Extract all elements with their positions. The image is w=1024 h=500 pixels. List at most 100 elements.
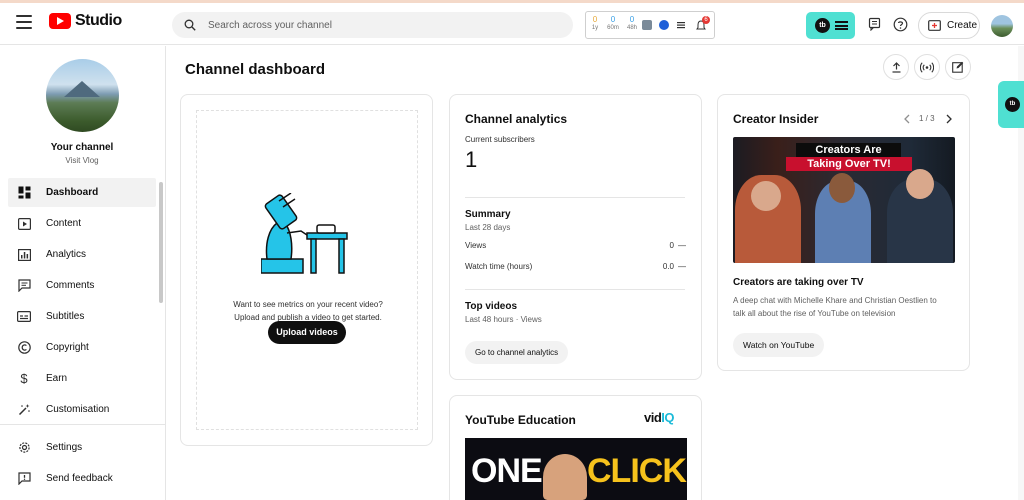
vidiq-logo-part2: IQ bbox=[661, 410, 675, 425]
views-value: 0 bbox=[669, 241, 674, 250]
subscribers-label: Current subscribers bbox=[465, 135, 535, 144]
subtitles-icon bbox=[17, 310, 31, 324]
ext-stat-label: 60m bbox=[607, 25, 619, 31]
tubebuddy-logo-icon: tb bbox=[1005, 97, 1020, 112]
thumbnail-face bbox=[543, 454, 587, 500]
chevron-left-icon[interactable] bbox=[903, 114, 911, 124]
help-icon[interactable] bbox=[893, 17, 908, 32]
channel-avatar[interactable] bbox=[46, 59, 119, 132]
search-input[interactable] bbox=[208, 19, 548, 31]
summary-title: Summary bbox=[465, 209, 511, 220]
ext-circle-icon[interactable] bbox=[659, 20, 669, 30]
upload-message-line1: Want to see metrics on your recent video… bbox=[233, 300, 383, 309]
ext-stat-60m: 0 60m bbox=[604, 15, 622, 31]
video-description: A deep chat with Michelle Khare and Chri… bbox=[733, 294, 937, 320]
views-trend: — bbox=[678, 241, 686, 250]
sidebar-item-label: Earn bbox=[46, 373, 68, 384]
summary-period: Last 28 days bbox=[465, 223, 511, 232]
live-broadcast-icon bbox=[920, 61, 934, 73]
gear-icon bbox=[17, 441, 31, 455]
card-title: Channel analytics bbox=[465, 112, 568, 126]
sidebar-item-settings[interactable]: Settings bbox=[8, 433, 156, 462]
content-icon bbox=[17, 217, 31, 231]
sidebar-item-customisation[interactable]: Customisation bbox=[8, 395, 156, 424]
ext-list-icon[interactable] bbox=[676, 20, 686, 30]
sidebar-item-dashboard[interactable]: Dashboard bbox=[8, 178, 156, 207]
youtube-education-card: YouTube Education vidIQ ONE CLICK bbox=[449, 395, 702, 500]
create-button[interactable]: Create bbox=[918, 12, 980, 39]
sidebar-divider bbox=[0, 424, 165, 425]
upload-illustration-icon bbox=[261, 193, 348, 274]
ext-stat-label: 48h bbox=[626, 25, 637, 31]
sidebar-item-label: Analytics bbox=[46, 249, 87, 260]
customisation-icon bbox=[17, 403, 31, 417]
top-bar: Studio 0 1y 0 60m 0 48h 6 tb Crea bbox=[0, 3, 1024, 45]
creator-insider-card: Creator Insider 1 / 3 Creators Are Takin… bbox=[717, 94, 970, 371]
ext-bell-icon[interactable]: 6 bbox=[695, 16, 710, 32]
extension-stats-widget[interactable]: 0 1y 0 60m 0 48h 6 bbox=[585, 11, 715, 39]
upload-icon bbox=[892, 61, 900, 73]
subscribers-value: 1 bbox=[465, 147, 478, 172]
add-video-icon bbox=[928, 20, 941, 31]
edit-icon bbox=[952, 61, 964, 73]
sidebar-scrollbar[interactable] bbox=[159, 182, 163, 303]
vidiq-logo[interactable]: vidIQ bbox=[644, 410, 675, 425]
thumbnail-headline-1: Creators Are bbox=[796, 143, 901, 157]
sidebar-item-copyright[interactable]: Copyright bbox=[8, 333, 156, 362]
chevron-right-icon[interactable] bbox=[945, 114, 953, 124]
account-avatar[interactable] bbox=[991, 15, 1013, 37]
feedback-icon bbox=[17, 472, 31, 486]
watch-time-value: 0.0 bbox=[662, 262, 674, 271]
thumbnail-word-one: ONE bbox=[471, 452, 543, 490]
ext-image-icon[interactable] bbox=[642, 20, 652, 30]
logo-text: Studio bbox=[75, 12, 122, 29]
creator-insider-thumbnail[interactable]: Creators Are Taking Over TV! bbox=[733, 137, 955, 263]
thumbnail-headline-2: Taking Over TV! bbox=[786, 157, 912, 171]
upload-videos-button[interactable]: Upload videos bbox=[268, 321, 346, 344]
menu-icon[interactable] bbox=[16, 15, 32, 29]
sidebar-item-comments[interactable]: Comments bbox=[8, 271, 156, 300]
education-thumbnail[interactable]: ONE CLICK bbox=[465, 438, 687, 500]
go-to-channel-analytics-button[interactable]: Go to channel analytics bbox=[465, 341, 569, 364]
create-post-button[interactable] bbox=[945, 54, 971, 80]
video-description-line1: A deep chat with Michelle Khare and Chri… bbox=[733, 296, 937, 305]
thumbnail-face bbox=[751, 181, 781, 211]
sidebar-item-label: Dashboard bbox=[46, 187, 99, 198]
sidebar-item-label: Settings bbox=[46, 442, 83, 453]
watch-on-youtube-button[interactable]: Watch on YouTube bbox=[733, 333, 825, 357]
hamburger-icon bbox=[835, 21, 848, 30]
video-title[interactable]: Creators are taking over TV bbox=[733, 277, 864, 288]
divider bbox=[465, 289, 685, 290]
top-videos-period: Last 48 hours · Views bbox=[465, 315, 542, 324]
analytics-icon bbox=[17, 248, 31, 262]
search-icon bbox=[184, 19, 196, 31]
sidebar-item-earn[interactable]: $ Earn bbox=[8, 364, 156, 393]
top-videos-title: Top videos bbox=[465, 301, 518, 312]
sidebar-item-analytics[interactable]: Analytics bbox=[8, 240, 156, 269]
upload-button[interactable] bbox=[883, 54, 909, 80]
thumbnail-word-click: CLICK bbox=[587, 452, 687, 490]
sidebar-item-label: Copyright bbox=[46, 342, 89, 353]
earn-icon: $ bbox=[20, 371, 28, 386]
extension-side-tab[interactable]: tb bbox=[998, 81, 1024, 128]
watch-time-label: Watch time (hours) bbox=[465, 262, 533, 271]
tubebuddy-logo-icon: tb bbox=[815, 18, 830, 33]
channel-analytics-card: Channel analytics Current subscribers 1 … bbox=[449, 94, 702, 380]
card-title: YouTube Education bbox=[465, 413, 576, 427]
watch-time-trend: — bbox=[678, 262, 686, 271]
copyright-icon bbox=[17, 341, 31, 355]
divider bbox=[465, 197, 685, 198]
sidebar: Your channel Visit Vlog Dashboard Conten… bbox=[0, 46, 166, 500]
pager-text: 1 / 3 bbox=[919, 114, 935, 123]
sidebar-item-send-feedback[interactable]: Send feedback bbox=[8, 464, 156, 493]
channel-name: Your channel bbox=[50, 142, 114, 153]
sidebar-item-content[interactable]: Content bbox=[8, 209, 156, 238]
sidebar-item-subtitles[interactable]: Subtitles bbox=[8, 302, 156, 331]
comments-icon bbox=[17, 279, 31, 293]
captions-icon[interactable] bbox=[868, 17, 882, 31]
ext-stat-value: 0 bbox=[629, 15, 635, 24]
extension-menu-button[interactable]: tb bbox=[806, 12, 855, 39]
studio-logo[interactable]: Studio bbox=[49, 12, 122, 30]
search-bar[interactable] bbox=[172, 12, 573, 38]
go-live-button[interactable] bbox=[914, 54, 940, 80]
